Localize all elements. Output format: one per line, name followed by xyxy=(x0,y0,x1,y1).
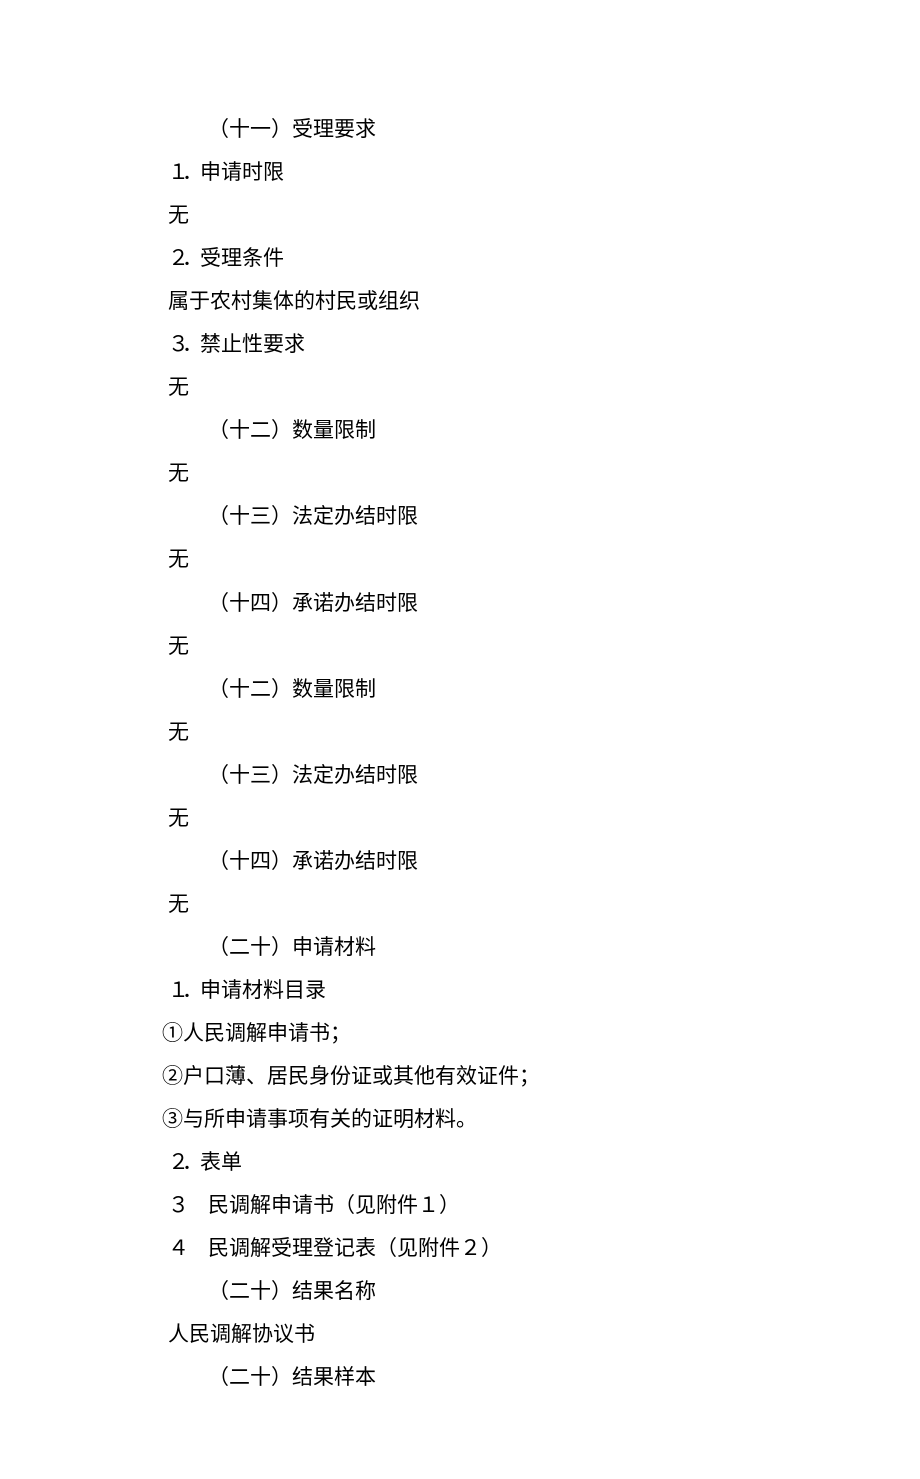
text-line: ３ 民调解申请书（见附件１） xyxy=(168,1184,768,1227)
text-line: ２．受理条件 xyxy=(168,237,768,280)
text-line: ３．禁止性要求 xyxy=(168,323,768,366)
text-line: ①人民调解申请书； xyxy=(162,1012,768,1055)
text-line: 无 xyxy=(168,538,768,581)
text-line: 无 xyxy=(168,797,768,840)
list-separator: ． xyxy=(182,237,200,280)
text-line: ４ 民调解受理登记表（见附件２） xyxy=(168,1227,768,1270)
text-line: （十二）数量限制 xyxy=(168,409,768,452)
text-line: 人民调解协议书 xyxy=(168,1313,768,1356)
text-line: ③与所申请事项有关的证明材料。 xyxy=(162,1098,768,1141)
text-line: （十三）法定办结时限 xyxy=(168,754,768,797)
text-line: （二十）申请材料 xyxy=(168,926,768,969)
list-separator: ． xyxy=(182,323,200,366)
text-line: （二十）结果名称 xyxy=(168,1270,768,1313)
text-line: 无 xyxy=(168,366,768,409)
list-number: １ xyxy=(168,151,182,194)
text-line: 无 xyxy=(168,883,768,926)
text-line: （十四）承诺办结时限 xyxy=(168,582,768,625)
text-line: 无 xyxy=(168,711,768,754)
list-text: 禁止性要求 xyxy=(200,332,305,356)
list-number: ３ xyxy=(168,1184,182,1227)
list-number: ２ xyxy=(168,237,182,280)
text-line: （十二）数量限制 xyxy=(168,668,768,711)
list-text: 表单 xyxy=(200,1150,242,1174)
text-line: 无 xyxy=(168,625,768,668)
list-separator: ． xyxy=(182,1141,200,1184)
text-line: （十一）受理要求 xyxy=(168,108,768,151)
list-number: ２ xyxy=(168,1141,182,1184)
text-line: （十三）法定办结时限 xyxy=(168,495,768,538)
list-number: １ xyxy=(168,969,182,1012)
text-line: 属于农村集体的村民或组织 xyxy=(168,280,768,323)
list-number: ４ xyxy=(168,1227,182,1270)
text-line: （二十）结果样本 xyxy=(168,1356,768,1399)
list-number: ３ xyxy=(168,323,182,366)
text-line: ②户口薄、居民身份证或其他有效证件； xyxy=(162,1055,768,1098)
text-line: （十四）承诺办结时限 xyxy=(168,840,768,883)
list-separator: ． xyxy=(182,151,200,194)
text-line: 无 xyxy=(168,194,768,237)
document-page: （十一）受理要求１．申请时限无２．受理条件属于农村集体的村民或组织３．禁止性要求… xyxy=(0,0,768,1479)
list-text: 申请时限 xyxy=(200,160,284,184)
list-text: 民调解申请书（见附件１） xyxy=(208,1193,460,1217)
list-text: 申请材料目录 xyxy=(200,978,326,1002)
list-separator: ． xyxy=(182,969,200,1012)
text-line: ２．表单 xyxy=(168,1141,768,1184)
list-text: 受理条件 xyxy=(200,246,284,270)
text-line: １．申请时限 xyxy=(168,151,768,194)
text-line: 无 xyxy=(168,452,768,495)
text-line: １．申请材料目录 xyxy=(168,969,768,1012)
list-text: 民调解受理登记表（见附件２） xyxy=(208,1236,502,1260)
